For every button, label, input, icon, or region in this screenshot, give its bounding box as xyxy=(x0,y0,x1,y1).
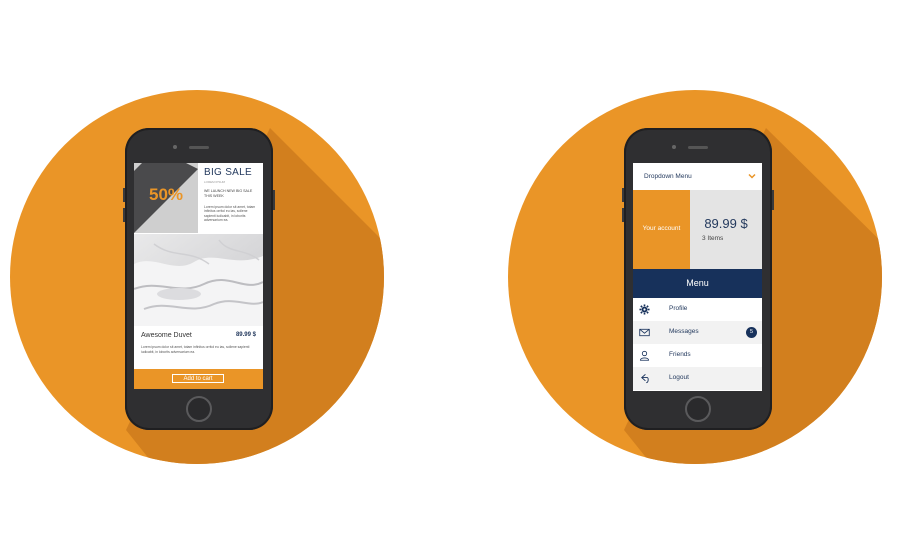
sale-badge: 50% xyxy=(134,163,198,233)
camera-dot xyxy=(672,145,676,149)
menu-item-label: Profile xyxy=(669,305,688,312)
sale-percent: 50% xyxy=(148,185,184,204)
duvet-photo[interactable] xyxy=(134,234,263,326)
envelope-icon xyxy=(639,328,650,337)
cart-item-count: 3 Items xyxy=(702,235,724,242)
cart-bar: Add to cart xyxy=(134,369,263,389)
volume-button xyxy=(123,188,125,202)
messages-count-badge: 5 xyxy=(746,327,757,338)
sale-title: BIG SALE xyxy=(204,167,252,178)
volume-button xyxy=(123,208,125,222)
logout-icon xyxy=(641,374,649,384)
product-name: Awesome Duvet xyxy=(141,332,192,339)
sale-description: WE LAUNCH NEW BIG SALE THIS WEEK xyxy=(204,189,253,198)
right-phone: Dropdown Menu Your account 89.99 $ 3 Ite… xyxy=(622,128,774,430)
menu-item-label: Messages xyxy=(669,328,699,335)
menu-item-friends[interactable]: Friends xyxy=(633,344,762,367)
duvet-image xyxy=(134,234,263,326)
sale-body-text: Lorem ipsum dolor sit amet, totam infini… xyxy=(204,205,256,223)
sale-subtitle: LOREM IPSUM xyxy=(204,180,226,184)
speaker-grille xyxy=(688,146,708,149)
product-price: 89.99 $ xyxy=(235,332,256,338)
account-tile[interactable]: Your account xyxy=(633,190,690,269)
right-phone-screen: Dropdown Menu Your account 89.99 $ 3 Ite… xyxy=(633,163,762,391)
power-button xyxy=(772,190,774,210)
home-button[interactable] xyxy=(685,396,711,422)
dropdown-header[interactable]: Dropdown Menu xyxy=(633,163,762,190)
cart-total: 89.99 $ xyxy=(704,216,748,231)
camera-dot xyxy=(173,145,177,149)
product-description: Lorem ipsum dolor sit amet, totam infini… xyxy=(141,345,250,354)
gear-icon xyxy=(639,304,650,315)
home-button[interactable] xyxy=(186,396,212,422)
menu-item-label: Logout xyxy=(669,374,689,381)
cart-summary: 89.99 $ 3 Items xyxy=(690,190,762,269)
left-phone: 50% BIG SALE LOREM IPSUM WE LAUNCH NEW B… xyxy=(123,128,275,430)
left-phone-screen: 50% BIG SALE LOREM IPSUM WE LAUNCH NEW B… xyxy=(134,163,263,389)
chevron-down-icon[interactable] xyxy=(748,172,756,180)
illustration-stage: 50% BIG SALE LOREM IPSUM WE LAUNCH NEW B… xyxy=(0,0,900,550)
menu-item-label: Friends xyxy=(669,351,691,358)
volume-button xyxy=(622,208,624,222)
menu-item-messages[interactable]: Messages 5 xyxy=(633,321,762,344)
menu-title: Menu xyxy=(686,278,709,288)
user-icon xyxy=(639,350,650,361)
add-to-cart-button[interactable]: Add to cart xyxy=(172,374,224,383)
dropdown-label: Dropdown Menu xyxy=(644,173,692,180)
speaker-grille xyxy=(189,146,209,149)
menu-item-logout[interactable]: Logout xyxy=(633,367,762,390)
menu-bar[interactable]: Menu xyxy=(633,269,762,298)
volume-button xyxy=(622,188,624,202)
account-label: Your account xyxy=(642,225,681,232)
menu-item-profile[interactable]: Profile xyxy=(633,298,762,321)
power-button xyxy=(273,190,275,210)
